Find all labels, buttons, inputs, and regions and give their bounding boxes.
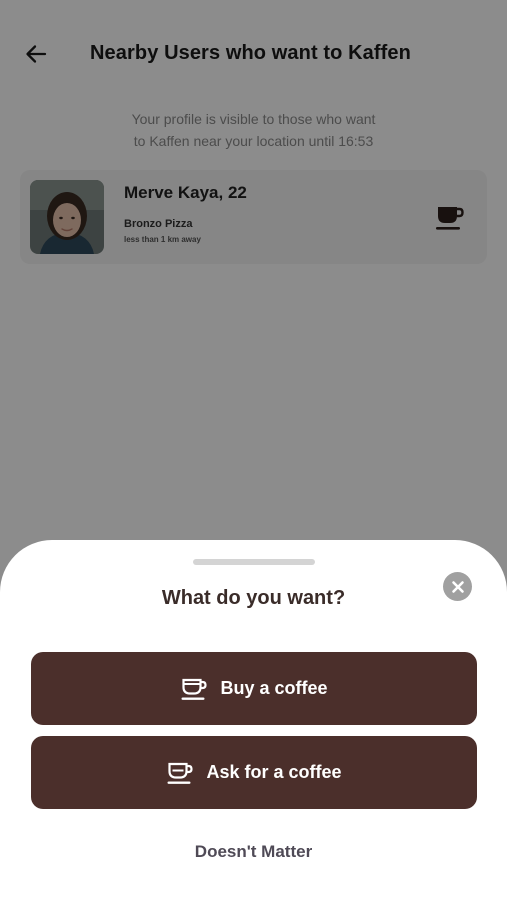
coffee-cup-saucer-icon [180,675,208,703]
coffee-cup-request-icon [166,759,194,787]
doesnt-matter-button[interactable]: Doesn't Matter [0,842,507,862]
buy-coffee-label: Buy a coffee [220,678,328,698]
sheet-title: What do you want? [161,587,346,609]
ask-coffee-label: Ask for a coffee [206,762,342,782]
bottom-sheet: What do you want? Buy a coffee Ask for a… [0,540,507,900]
ask-coffee-button[interactable]: Ask for a coffee [31,736,477,809]
drag-handle[interactable] [193,559,315,565]
buy-coffee-button[interactable]: Buy a coffee [31,652,477,725]
screen: Nearby Users who want to Kaffen Your pro… [0,0,507,900]
